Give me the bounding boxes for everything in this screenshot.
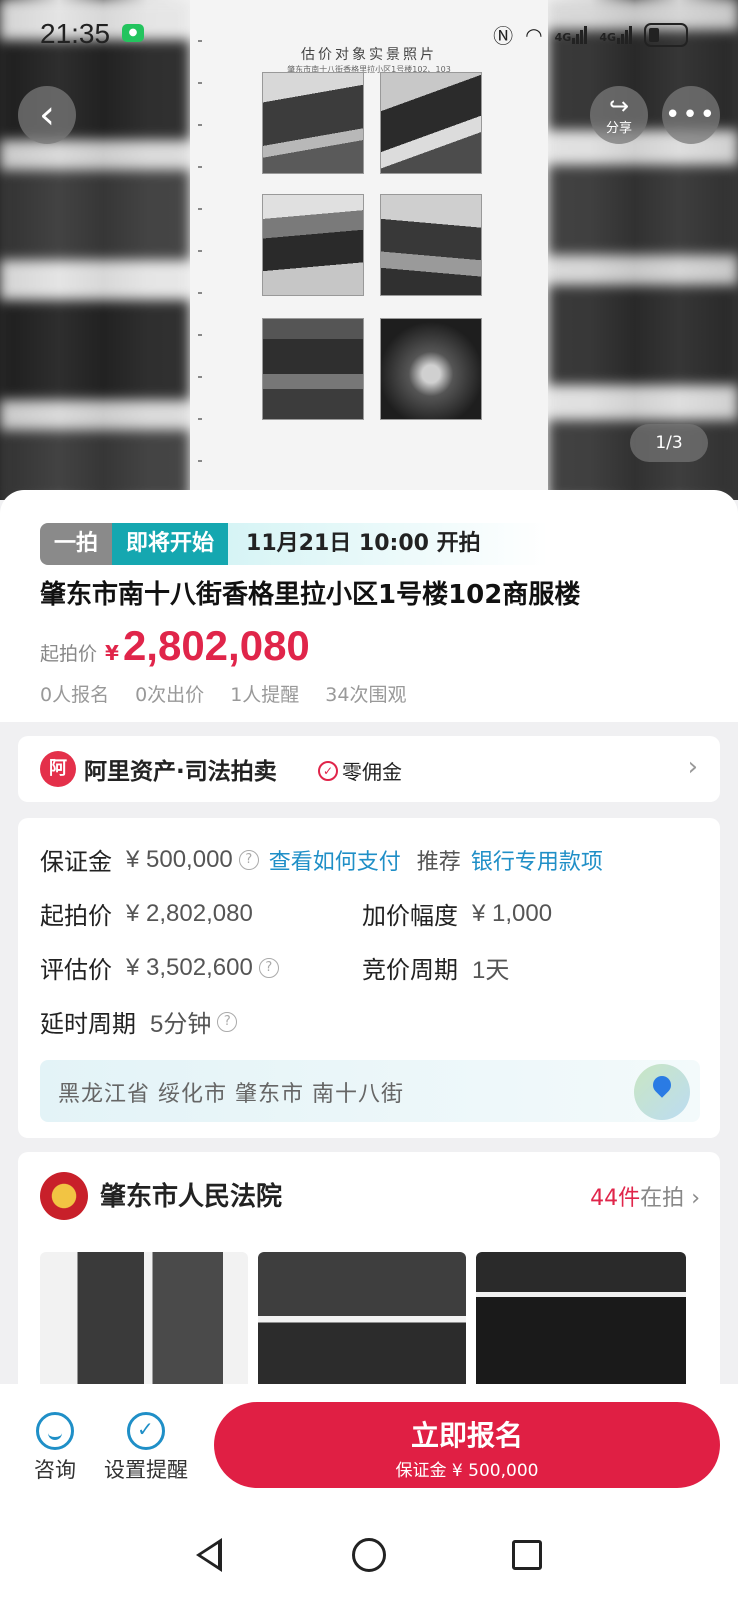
back-button[interactable]: ‹	[18, 86, 76, 144]
listing-count-number: 44件	[590, 1186, 641, 1211]
start-price-detail-row: 起拍价 ¥ 2,802,080	[40, 896, 253, 931]
chat-icon	[36, 1412, 74, 1450]
chevron-right-icon: ›	[691, 1186, 700, 1211]
nav-home-icon[interactable]	[352, 1538, 386, 1572]
bank-account-link[interactable]: 银行专用款项	[471, 844, 603, 876]
appraisal-row: 评估价 ¥ 3,502,600 ?	[40, 950, 279, 985]
signal-icon: 4G	[555, 25, 588, 44]
appraisal-photo-document: 估价对象实景照片 肇东市南十八街香格里拉小区1号楼102、103	[190, 0, 548, 500]
start-price-detail-value: ¥ 2,802,080	[126, 899, 253, 927]
zero-commission-label: 零佣金	[342, 760, 402, 784]
more-button[interactable]: •••	[662, 86, 720, 144]
property-title: 肇东市南十八街香格里拉小区1号楼102商服楼	[40, 580, 581, 610]
platform-row[interactable]: 阿 阿里资产·司法拍卖 ✓ 零佣金 ›	[18, 736, 720, 802]
auction-details-card: 保证金 ¥ 500,000 ? 查看如何支付 推荐 银行专用款项 起拍价 ¥ 2…	[18, 818, 720, 1138]
increment-value: ¥ 1,000	[472, 899, 553, 927]
consult-label: 咨询	[34, 1458, 76, 1482]
auction-info-card: 一拍 即将开始 11月21日 10:00 开拍 肇东市南十八街香格里拉小区1号楼…	[0, 490, 738, 722]
bidding-cycle-row: 竞价周期 1天	[362, 950, 509, 985]
stat-views: 34次围观	[325, 684, 407, 706]
nav-recents-icon[interactable]	[512, 1540, 542, 1570]
wifi-icon: ◠	[525, 22, 543, 47]
zero-commission-badge: ✓ 零佣金	[318, 756, 402, 785]
delay-cycle-value: 5分钟	[150, 1011, 212, 1038]
register-deposit-label: 保证金 ¥ 500,000	[395, 1461, 539, 1481]
property-photo	[380, 72, 482, 174]
deposit-value: ¥ 500,000	[126, 845, 233, 873]
court-emblem-icon	[40, 1172, 88, 1220]
signal-icon: 4G	[599, 25, 632, 44]
chevron-right-icon: ›	[687, 752, 698, 782]
wechat-notification-icon: ●	[122, 24, 144, 42]
set-reminder-label: 设置提醒	[104, 1458, 188, 1482]
stat-bids: 0次出价	[135, 684, 205, 706]
share-icon: ↪	[608, 91, 630, 120]
deposit-label: 保证金	[40, 848, 112, 876]
auction-stats: 0人报名 0次出价 1人提醒 34次围观	[40, 680, 406, 707]
status-tag: 即将开始	[112, 523, 229, 565]
clock: 21:35	[40, 18, 111, 49]
address-bar[interactable]: 黑龙江省 绥化市 肇东市 南十八街	[40, 1060, 700, 1122]
start-price-value: 2,802,080	[122, 622, 310, 669]
increment-row: 加价幅度 ¥ 1,000	[362, 896, 552, 931]
image-pager: 1/3	[630, 424, 708, 462]
nfc-icon: Ⓝ	[493, 24, 514, 48]
help-icon[interactable]: ?	[258, 957, 279, 978]
property-photo	[262, 194, 364, 296]
appraisal-value: ¥ 3,502,600	[126, 953, 253, 981]
nav-back-icon[interactable]	[196, 1538, 222, 1572]
share-button[interactable]: ↪ 分享	[590, 86, 648, 144]
chevron-left-icon: ‹	[39, 92, 55, 138]
map-pin-icon[interactable]	[634, 1064, 690, 1120]
property-photo	[262, 318, 364, 420]
recommend-label: 推荐	[416, 849, 461, 875]
set-reminder-button[interactable]: 设置提醒	[104, 1412, 188, 1484]
property-photo	[380, 194, 482, 296]
round-tag: 一拍	[40, 523, 113, 565]
system-navigation-bar	[0, 1514, 738, 1600]
currency-symbol: ¥	[105, 641, 119, 665]
start-price-label: 起拍价	[40, 643, 98, 665]
help-icon[interactable]: ?	[217, 1011, 238, 1032]
bidding-cycle-value: 1天	[472, 957, 510, 984]
start-time: 11月21日 10:00 开拍	[228, 523, 549, 565]
delay-cycle-label: 延时周期	[40, 1010, 136, 1038]
help-icon[interactable]: ?	[238, 849, 259, 870]
court-card[interactable]: 肇东市人民法院 44件在拍 ›	[18, 1152, 720, 1412]
property-photo	[262, 72, 364, 174]
status-bar: 21:35 ● Ⓝ ◠ 4G 4G	[0, 0, 738, 70]
listing-count-suffix: 在拍	[640, 1186, 685, 1211]
how-to-pay-link[interactable]: 查看如何支付	[269, 844, 401, 876]
bidding-cycle-label: 竞价周期	[362, 956, 458, 984]
stat-registrations: 0人报名	[40, 684, 110, 706]
more-dots-icon: •••	[664, 100, 717, 130]
appraisal-label: 评估价	[40, 956, 112, 984]
property-photo	[380, 318, 482, 420]
platform-name: 阿里资产·司法拍卖	[84, 759, 277, 785]
register-now-label: 立即报名	[410, 1419, 523, 1452]
auction-tags: 一拍 即将开始 11月21日 10:00 开拍	[40, 522, 549, 566]
hero-image-gallery[interactable]: 估价对象实景照片 肇东市南十八街香格里拉小区1号楼102、103 ‹ ↪ 分享 …	[0, 0, 738, 500]
deposit-row: 保证金 ¥ 500,000 ? 查看如何支付 推荐 银行专用款项	[40, 842, 603, 877]
start-price-row: 起拍价 ¥ 2,802,080	[40, 622, 310, 670]
start-price-detail-label: 起拍价	[40, 902, 112, 930]
consult-button[interactable]: 咨询	[34, 1412, 76, 1484]
battery-icon	[644, 22, 688, 47]
court-name: 肇东市人民法院	[100, 1182, 283, 1212]
address-text: 黑龙江省 绥化市 肇东市 南十八街	[58, 1082, 404, 1107]
system-icons: Ⓝ ◠ 4G 4G	[493, 20, 688, 49]
register-now-button[interactable]: 立即报名 保证金 ¥ 500,000	[214, 1402, 720, 1488]
check-circle-icon: ✓	[318, 760, 338, 781]
alarm-clock-icon	[127, 1412, 165, 1450]
ali-assets-logo-icon: 阿	[40, 751, 76, 787]
bottom-action-bar: 咨询 设置提醒 立即报名 保证金 ¥ 500,000	[0, 1384, 738, 1514]
document-margin-ticks	[198, 0, 202, 500]
court-listing-count[interactable]: 44件在拍 ›	[590, 1180, 700, 1212]
stat-reminders: 1人提醒	[230, 684, 300, 706]
increment-label: 加价幅度	[362, 902, 458, 930]
delay-cycle-row: 延时周期 5分钟 ?	[40, 1004, 238, 1039]
share-label: 分享	[605, 120, 632, 136]
